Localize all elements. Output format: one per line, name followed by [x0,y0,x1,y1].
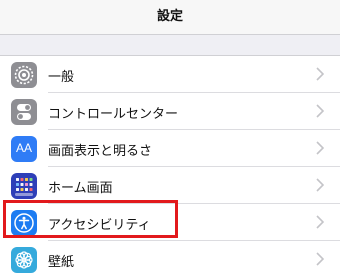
chevron-right-icon [316,141,324,155]
chevron-right-icon [316,67,324,81]
settings-row-label: ホーム画面 [48,181,113,196]
settings-row-label: 壁紙 [48,255,75,270]
chevron-right-icon [316,178,324,192]
settings-row-home-screen[interactable]: ホーム画面 [0,167,340,204]
highlight-box [3,200,178,238]
settings-row-label: 一般 [48,70,75,85]
settings-row-label: コントロールセンター [48,107,179,122]
settings-row-control-center[interactable]: コントロールセンター [0,93,340,130]
toggles-icon [11,99,37,125]
settings-row-wallpaper[interactable]: 壁紙 [0,241,340,278]
navigation-bar: 設定 [0,0,340,35]
page-title: 設定 [156,9,183,24]
chevron-right-icon [316,104,324,118]
wallpaper-flower-icon [11,247,37,273]
gear-icon [11,62,37,88]
home-screen-grid-icon [11,173,37,199]
settings-row-display-brightness[interactable]: AA 画面表示と明るさ [0,130,340,167]
settings-row-label: 画面表示と明るさ [48,144,153,159]
text-size-icon: AA [11,136,37,162]
settings-list: 一般 コントロールセンター AA 画面表示と明るさ ホーム画面 アクセシビリティ… [0,55,340,278]
settings-row-general[interactable]: 一般 [0,56,340,93]
chevron-right-icon [316,252,324,266]
chevron-right-icon [316,215,324,229]
